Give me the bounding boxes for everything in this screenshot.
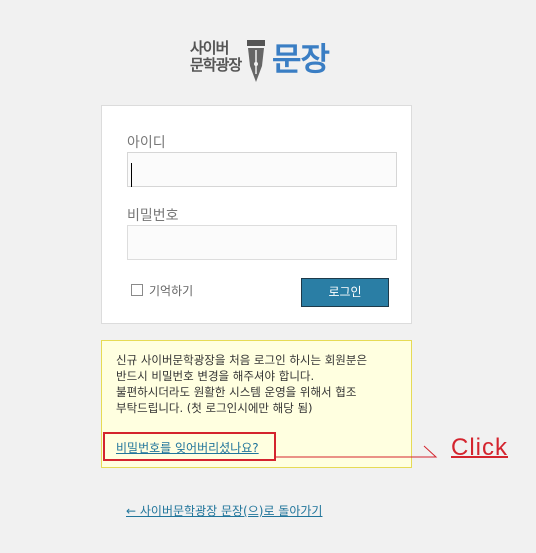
remember-me[interactable]: 기억하기 [131, 280, 193, 300]
notice-line: 부탁드립니다. (첫 로그인시에만 해당 됨) [116, 401, 313, 415]
annotation-click-label: Click [451, 434, 508, 461]
password-label: 비밀번호 [127, 208, 179, 224]
login-button[interactable]: 로그인 [301, 278, 389, 307]
site-logo[interactable]: 사이버 문학광장 문장 [190, 38, 340, 88]
back-to-site-link[interactable]: ← 사이버문학광장 문장(으)로 돌아가기 [126, 502, 322, 519]
annotation-callout-line [276, 445, 438, 458]
pen-nib-icon [247, 40, 265, 82]
notice-line: 신규 사이버문학광장을 처음 로그인 하시는 회원분은 [116, 353, 368, 367]
notice-text: 신규 사이버문학광장을 처음 로그인 하시는 회원분은 반드시 비밀번호 변경을… [116, 352, 404, 416]
logo-line-2: 문학광장 [190, 56, 242, 74]
logo-main-text: 문장 [272, 40, 330, 78]
username-input[interactable] [127, 152, 397, 187]
username-label: 아이디 [127, 135, 166, 151]
login-form: 아이디 비밀번호 기억하기 로그인 [101, 105, 412, 324]
notice-line: 반드시 비밀번호 변경을 해주셔야 합니다. [116, 369, 315, 383]
remember-label: 기억하기 [149, 283, 194, 298]
notice-line: 불편하시더라도 원활한 시스템 운영을 위해서 협조 [116, 385, 357, 399]
annotation-highlight-box [103, 432, 276, 461]
password-input[interactable] [127, 225, 397, 260]
logo-small-text: 사이버 문학광장 [190, 39, 242, 74]
text-caret [131, 163, 132, 187]
remember-checkbox[interactable] [131, 284, 143, 296]
logo-line-1: 사이버 [190, 39, 229, 57]
